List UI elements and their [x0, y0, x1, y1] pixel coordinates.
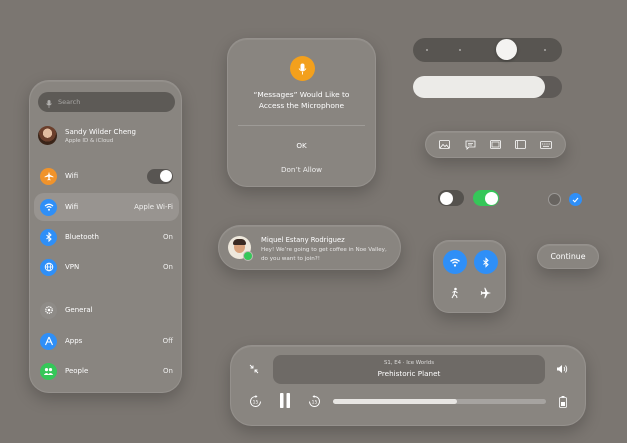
settings-panel: Search Sandy Wilder Cheng Apple ID & iCl…	[29, 80, 182, 393]
split-view-icon[interactable]	[514, 138, 528, 152]
avatar	[38, 126, 57, 145]
sidebar-item-airplane[interactable]: Wifi	[34, 162, 179, 190]
sidebar-item-bluetooth[interactable]: Bluetooth On	[34, 223, 179, 251]
playback-progress-bar[interactable]	[333, 399, 546, 404]
battery-icon	[558, 395, 568, 408]
account-name: Sandy Wilder Cheng	[65, 127, 137, 136]
pause-icon[interactable]	[278, 391, 292, 410]
guest-mode-button[interactable]	[443, 281, 467, 305]
checkmark-icon	[572, 197, 579, 203]
toggle-off[interactable]	[438, 190, 464, 206]
episode-label: S1, E4 · Ice Worlds	[383, 360, 435, 366]
radio-selected[interactable]	[569, 193, 582, 206]
sidebar-item-vpn[interactable]: VPN On	[34, 253, 179, 281]
now-playing: S1, E4 · Ice Worlds Prehistoric Planet	[273, 355, 545, 384]
microphone-icon	[290, 56, 315, 81]
divider	[238, 125, 365, 126]
airplane-icon	[480, 287, 492, 299]
apps-icon	[40, 332, 57, 350]
slider-knob[interactable]	[496, 39, 517, 60]
walking-person-icon	[451, 287, 458, 299]
search-placeholder: Search	[58, 98, 81, 106]
toggle-on[interactable]	[473, 190, 499, 206]
message-bubble-icon[interactable]	[463, 138, 477, 152]
photo-icon[interactable]	[438, 138, 452, 152]
wifi-toggle-button[interactable]	[443, 250, 467, 274]
toolbar	[425, 131, 566, 158]
messages-app-icon	[243, 251, 253, 261]
permission-alert: “Messages” Would Like to Access the Micr…	[227, 38, 376, 187]
sidebar-item-label: Wifi	[65, 172, 79, 180]
people-icon	[40, 362, 57, 380]
sidebar-item-label: VPN	[65, 263, 80, 271]
tick-mark	[459, 49, 461, 51]
gear-icon	[40, 301, 57, 319]
show-title: Prehistoric Planet	[377, 369, 441, 378]
volume-slider[interactable]	[413, 76, 562, 98]
sidebar-item-value: Apple Wi-Fi	[134, 203, 173, 211]
airplane-mode-toggle[interactable]	[147, 168, 173, 184]
message-notification[interactable]: Miquel Estany Rodriguez Hey! We’re going…	[218, 225, 401, 270]
tick-mark	[544, 49, 546, 51]
account-row[interactable]: Sandy Wilder Cheng Apple ID & iCloud	[38, 126, 136, 145]
wifi-icon	[40, 198, 57, 216]
sidebar-item-general[interactable]: General	[34, 296, 179, 324]
sidebar-item-label: Wifi	[65, 203, 79, 211]
alert-title-line: Access the Microphone	[258, 101, 345, 110]
vpn-icon	[40, 258, 57, 276]
alert-title: “Messages” Would Like to Access the Micr…	[228, 89, 375, 111]
notification-message: Hey! We’re going to get coffee in Noe Va…	[261, 247, 387, 262]
control-center	[433, 240, 506, 313]
skip-back-icon[interactable]: 15	[248, 394, 262, 408]
sidebar-item-people[interactable]: People On	[34, 357, 179, 385]
media-player: S1, E4 · Ice Worlds Prehistoric Planet 1…	[230, 345, 586, 426]
sidebar-item-label: Apps	[65, 337, 83, 345]
tick-mark	[426, 49, 428, 51]
bluetooth-toggle-button[interactable]	[474, 250, 498, 274]
collapse-icon[interactable]	[248, 363, 260, 375]
sidebar-item-label: General	[65, 306, 93, 314]
svg-text:15: 15	[252, 399, 258, 405]
airplane-mode-button[interactable]	[474, 281, 498, 305]
airplane-icon	[40, 167, 57, 185]
sidebar-item-value: Off	[162, 337, 173, 345]
sidebar-item-value: On	[163, 367, 173, 375]
bluetooth-icon	[483, 256, 489, 268]
skip-forward-icon[interactable]: 15	[307, 394, 321, 408]
microphone-icon[interactable]	[46, 93, 52, 112]
account-subtitle: Apple ID & iCloud	[65, 137, 114, 144]
dont-allow-button[interactable]: Don’t Allow	[228, 165, 375, 174]
sidebar-item-apps[interactable]: Apps Off	[34, 327, 179, 355]
svg-text:15: 15	[311, 399, 317, 405]
wifi-icon	[450, 258, 460, 267]
notification-sender: Miquel Estany Rodriguez	[261, 236, 345, 244]
search-input[interactable]: Search	[38, 92, 175, 112]
ok-button[interactable]: OK	[228, 141, 375, 150]
toggle-knob	[439, 191, 453, 205]
slider-fill	[413, 76, 545, 98]
brightness-slider[interactable]	[413, 38, 562, 62]
sidebar-item-value: On	[163, 263, 173, 271]
continue-button[interactable]: Continue	[537, 244, 599, 269]
window-icon[interactable]	[488, 138, 502, 152]
bluetooth-icon	[40, 228, 57, 246]
sidebar-item-wifi[interactable]: Wifi Apple Wi-Fi	[34, 193, 179, 221]
sidebar-item-label: Bluetooth	[65, 233, 99, 241]
sidebar-item-value: On	[163, 233, 173, 241]
toggle-knob	[484, 191, 498, 205]
sidebar-item-label: People	[65, 367, 89, 375]
progress-fill	[333, 399, 457, 404]
radio-unselected[interactable]	[548, 193, 561, 206]
volume-icon[interactable]	[555, 363, 569, 375]
alert-title-line: “Messages” Would Like to	[253, 90, 350, 99]
keyboard-icon[interactable]	[539, 138, 553, 152]
